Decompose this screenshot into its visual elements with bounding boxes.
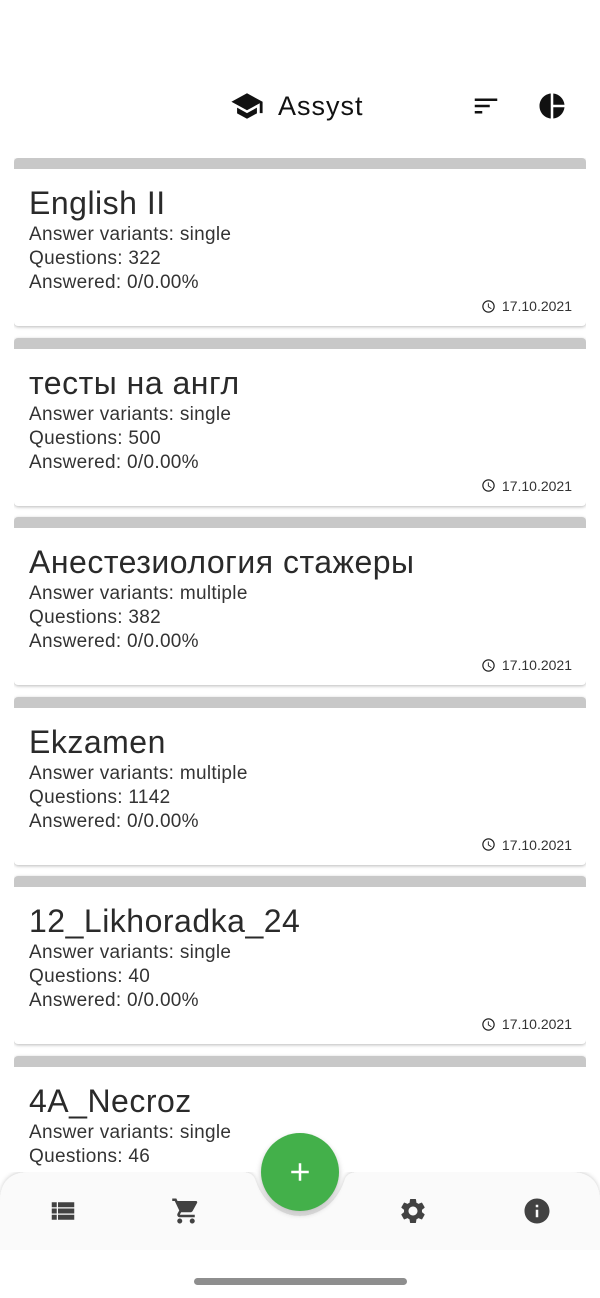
plus-icon [291,1163,309,1181]
nav-tests-button[interactable] [41,1189,85,1233]
answer-variants: Answer variants: single [29,942,232,963]
nav-settings-button[interactable] [391,1189,435,1233]
sort-icon [474,98,498,114]
date-text: 17.10.2021 [501,1016,572,1032]
home-indicator[interactable] [194,1278,407,1285]
test-card[interactable]: тесты на англ Answer variants: single Qu… [14,337,586,506]
clock-icon [482,838,495,851]
statistics-button[interactable] [532,86,572,126]
test-title: 12_Likhoradka_24 [29,903,301,939]
test-list: English II Answer variants: single Quest… [14,158,586,1173]
card-date: 17.10.2021 [481,837,572,853]
list-icon [51,1202,75,1220]
pie-chart-icon [539,93,565,119]
questions-count: Questions: 322 [29,248,162,269]
answered-progress: Answered: 0/0.00% [29,451,199,473]
nav-info-button[interactable] [515,1189,559,1233]
date-text: 17.10.2021 [501,298,572,314]
graduation-cap-icon [231,93,263,119]
app-title-group: Assyst [230,86,364,126]
test-title: 4A_Necroz [29,1082,192,1119]
answered-progress: Answered: 0/0.00% [29,810,199,832]
answered-progress: Answered: 0/0.00% [29,631,199,652]
date-text: 17.10.2021 [501,657,572,673]
app-title: Assyst [278,90,364,121]
clock-icon [482,1017,495,1031]
answered-progress: Answered: 0/0.00% [29,272,199,293]
clock-icon [482,299,495,313]
test-title: Анестезиология стажеры [29,544,415,580]
info-icon [524,1198,550,1224]
card-header-bar [14,517,586,528]
answer-variants: Answer variants: single [29,403,232,425]
card-header-bar [14,876,586,887]
questions-count: Questions: 40 [29,966,151,987]
questions-count: Questions: 1142 [29,786,171,808]
card-header-bar [14,696,586,708]
test-title: тесты на англ [29,364,240,401]
clock-icon [482,658,495,672]
card-header-bar [14,1055,586,1067]
questions-count: Questions: 500 [29,427,162,449]
test-title: English II [29,185,166,221]
answer-variants: Answer variants: single [29,224,232,245]
card-date: 17.10.2021 [481,298,572,314]
card-header-bar [14,158,586,169]
cart-icon [172,1198,198,1224]
clock-icon [482,479,495,492]
questions-count: Questions: 382 [29,607,162,628]
test-card[interactable]: Ekzamen Answer variants: multiple Questi… [14,696,586,865]
nav-shop-button[interactable] [164,1189,208,1233]
test-card[interactable]: English II Answer variants: single Quest… [14,158,586,326]
card-header-bar [14,337,586,349]
add-test-button[interactable] [261,1133,339,1211]
answered-progress: Answered: 0/0.00% [29,990,199,1011]
card-date: 17.10.2021 [481,657,572,673]
test-card[interactable]: Анестезиология стажеры Answer variants: … [14,517,586,685]
date-text: 17.10.2021 [501,836,572,853]
settings-icon [401,1199,425,1223]
card-date: 17.10.2021 [481,1016,572,1032]
date-text: 17.10.2021 [501,477,572,494]
test-card[interactable]: 12_Likhoradka_24 Answer variants: single… [14,876,586,1044]
sort-button[interactable] [466,86,506,126]
app-bar: Assyst [0,0,600,150]
test-title: Ekzamen [29,723,166,760]
answer-variants: Answer variants: multiple [29,583,248,604]
answer-variants: Answer variants: multiple [29,762,248,784]
card-date: 17.10.2021 [481,478,572,494]
